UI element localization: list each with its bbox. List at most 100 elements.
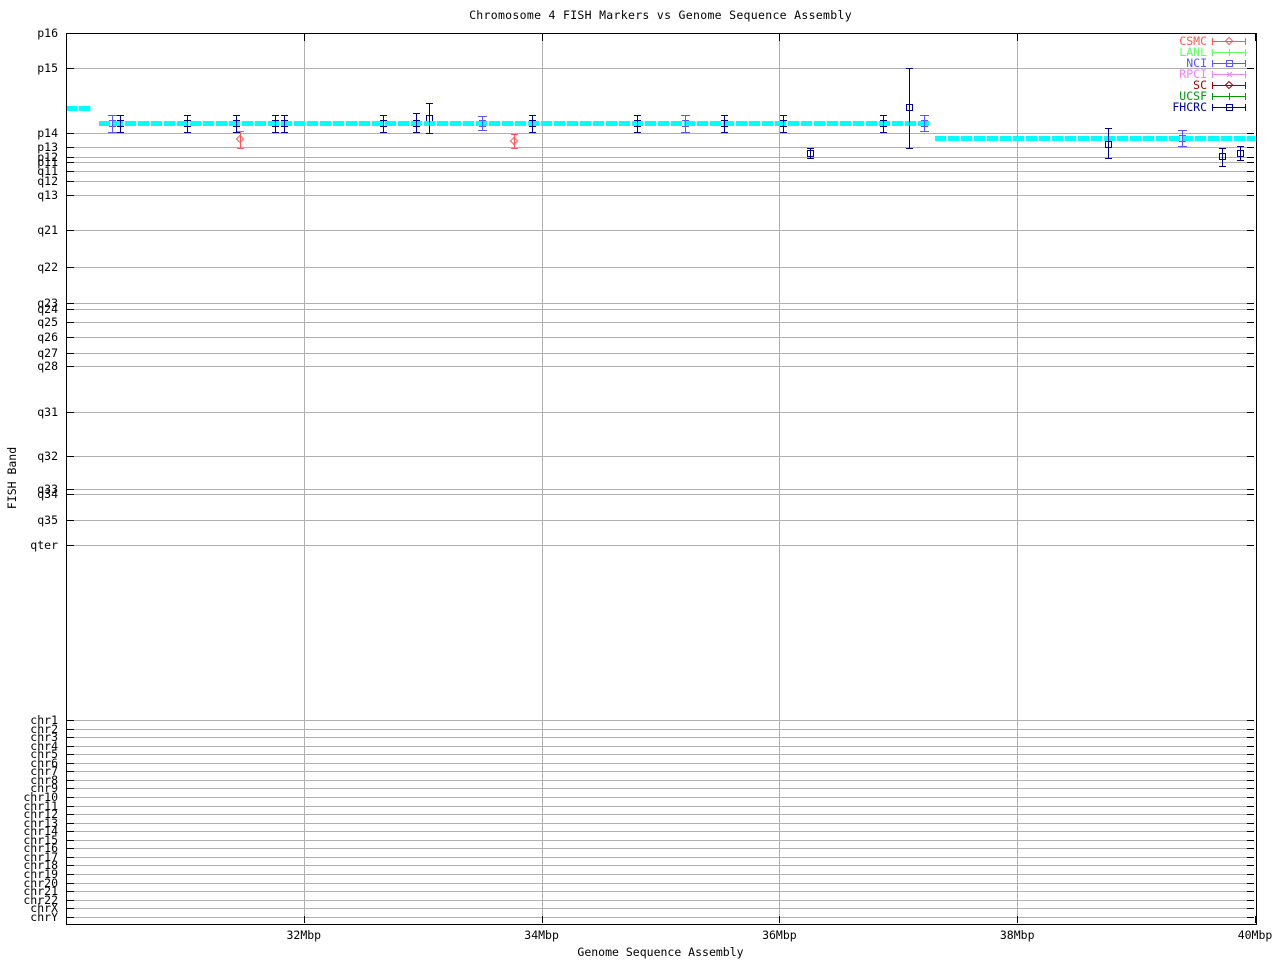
error-bar-cap — [634, 115, 641, 116]
error-bar — [1222, 148, 1223, 166]
x-tick-label: 40Mbp — [1237, 928, 1273, 942]
error-bar — [1182, 130, 1183, 146]
y-tick-label: q12 — [37, 174, 58, 188]
error-bar — [284, 115, 285, 132]
plot-border — [66, 33, 1257, 925]
y-tick-label: q35 — [37, 513, 58, 527]
y-tick-label: q31 — [37, 405, 58, 419]
error-bar-cap — [807, 148, 814, 149]
error-bar-cap — [426, 133, 433, 134]
error-bar-cap — [1105, 158, 1112, 159]
error-bar-cap — [920, 131, 929, 132]
x-tick-label: 34Mbp — [524, 928, 559, 942]
error-bar-cap — [880, 115, 887, 116]
y-tick-label: q27 — [37, 346, 58, 360]
error-bar — [275, 115, 276, 132]
error-bar-cap — [478, 116, 487, 117]
y-tick-label: chrY — [30, 909, 58, 924]
error-bar-cap — [233, 132, 240, 133]
y-tick-label: q25 — [37, 315, 58, 329]
y-tick-label: qter — [30, 538, 58, 552]
error-bar-cap — [807, 158, 814, 159]
error-bar-cap — [108, 115, 117, 116]
error-bar — [514, 134, 515, 148]
error-bar — [883, 115, 884, 132]
y-tick-label: q28 — [37, 359, 58, 373]
error-bar-cap — [380, 115, 387, 116]
error-bar-cap — [920, 115, 929, 116]
error-bar-cap — [237, 148, 244, 149]
error-bar-cap — [1219, 166, 1226, 167]
error-bar — [429, 103, 430, 133]
error-bar — [236, 115, 237, 132]
y-tick-label: p14 — [37, 126, 58, 140]
error-bar-cap — [529, 115, 536, 116]
error-bar-cap — [1178, 130, 1187, 131]
x-axis-label: Genome Sequence Assembly — [577, 945, 744, 959]
error-bar — [783, 115, 784, 132]
error-bar — [685, 115, 686, 132]
error-bar-cap — [780, 132, 787, 133]
error-bar — [1240, 146, 1241, 160]
error-bar-cap — [184, 132, 191, 133]
error-bar-cap — [478, 130, 487, 131]
error-bar-cap — [511, 134, 518, 135]
error-bar — [187, 115, 188, 132]
error-bar-cap — [1219, 148, 1226, 149]
error-bar-cap — [413, 132, 420, 133]
y-tick-label: q32 — [37, 449, 58, 463]
error-bar-cap — [117, 132, 124, 133]
error-bar-cap — [1178, 146, 1187, 147]
error-bar-cap — [880, 132, 887, 133]
error-bar-cap — [1237, 160, 1244, 161]
error-bar — [532, 115, 533, 132]
chart-title: Chromosome 4 FISH Markers vs Genome Sequ… — [469, 8, 852, 22]
error-bar-cap — [721, 115, 728, 116]
y-tick-label: q13 — [37, 188, 58, 202]
error-bar-cap — [906, 148, 913, 149]
error-bar — [637, 115, 638, 132]
error-bar — [909, 68, 910, 148]
error-bar-cap — [272, 115, 279, 116]
error-bar-cap — [1237, 146, 1244, 147]
error-bar-cap — [906, 68, 913, 69]
error-bar-cap — [184, 115, 191, 116]
y-tick-label: q24 — [37, 302, 58, 316]
fish-marker-chart: Chromosome 4 FISH Markers vs Genome Sequ… — [0, 0, 1280, 960]
error-bar — [240, 131, 241, 148]
error-bar-cap — [1105, 128, 1112, 129]
error-bar-cap — [233, 115, 240, 116]
y-tick-label: q34 — [37, 487, 58, 501]
y-tick-label: p16 — [37, 26, 58, 40]
error-bar-cap — [511, 148, 518, 149]
y-tick-label: p15 — [37, 61, 58, 75]
error-bar-cap — [413, 113, 420, 114]
error-bar-cap — [108, 132, 117, 133]
error-bar — [924, 115, 925, 131]
error-bar — [416, 113, 417, 132]
x-tick-label: 36Mbp — [762, 928, 797, 942]
error-bar — [112, 115, 113, 132]
error-bar-cap — [272, 132, 279, 133]
error-bar — [810, 148, 811, 158]
error-bar-cap — [281, 115, 288, 116]
error-bar-cap — [426, 103, 433, 104]
error-bar-cap — [681, 132, 690, 133]
x-tick-label: 32Mbp — [286, 928, 322, 942]
error-bar-cap — [281, 132, 288, 133]
error-bar-cap — [529, 132, 536, 133]
error-bar — [482, 116, 483, 130]
error-bar-cap — [780, 115, 787, 116]
error-bar-cap — [634, 132, 641, 133]
error-bar-cap — [117, 115, 124, 116]
error-bar-cap — [681, 115, 690, 116]
error-bar — [383, 115, 384, 132]
error-bar-cap — [380, 132, 387, 133]
x-tick-label: 38Mbp — [999, 928, 1035, 942]
y-tick-label: q21 — [37, 223, 58, 237]
y-tick-label: q26 — [37, 330, 58, 344]
error-bar — [1108, 128, 1109, 158]
error-bar-cap — [721, 132, 728, 133]
y-tick-label: q22 — [37, 260, 58, 274]
error-bar — [724, 115, 725, 132]
